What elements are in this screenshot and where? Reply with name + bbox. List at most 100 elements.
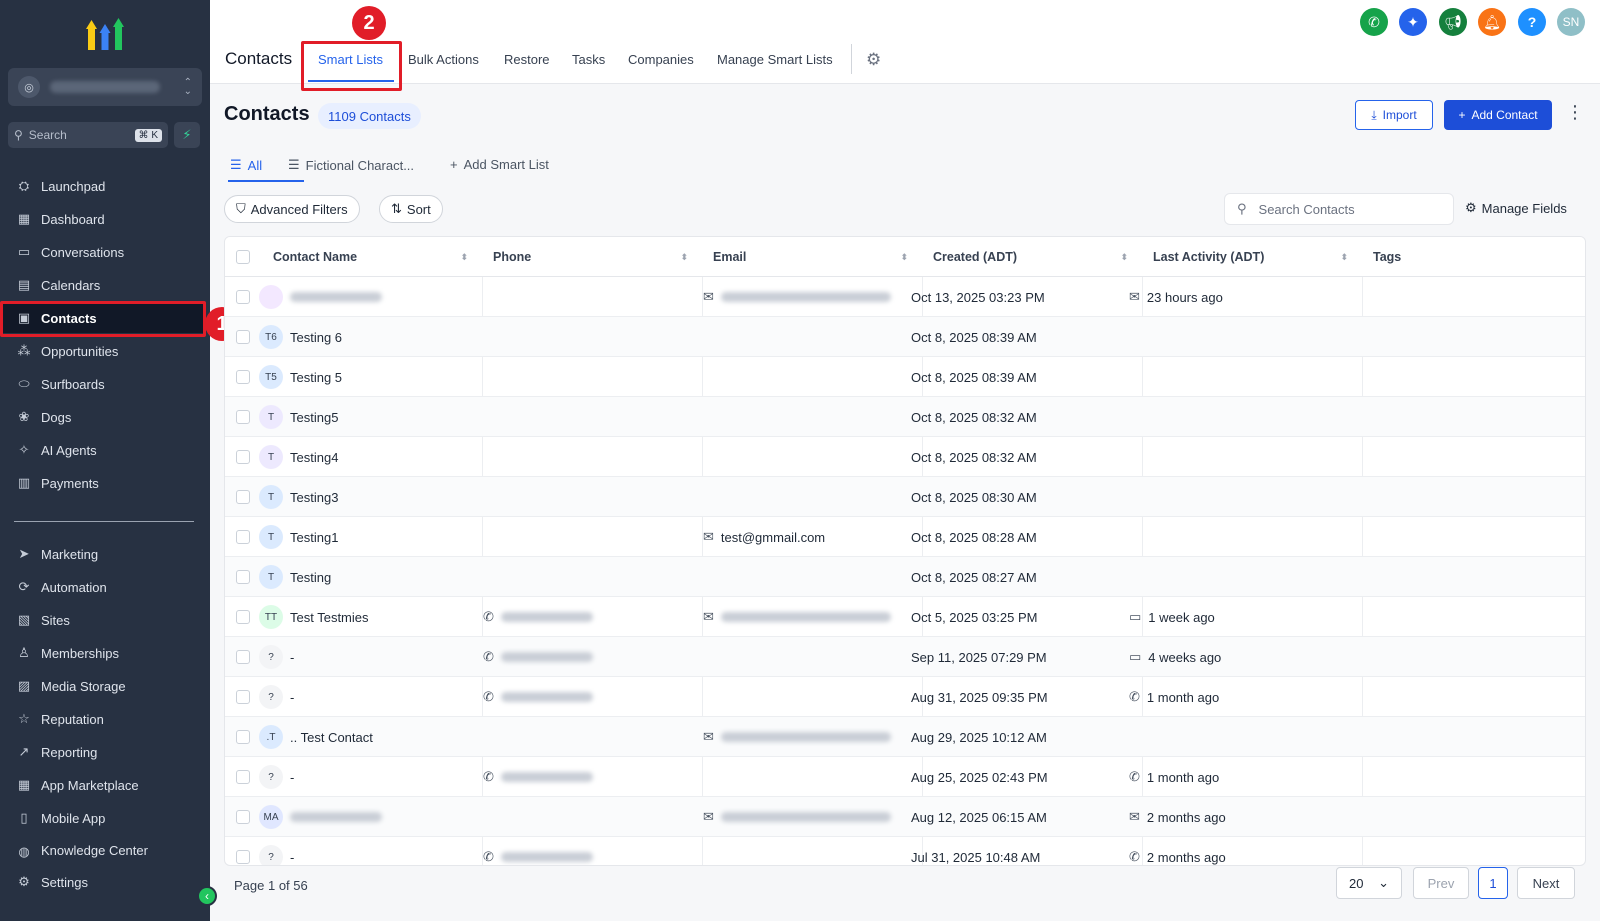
search-contacts-input[interactable]: ⚲ Search Contacts [1224, 193, 1454, 225]
sidebar-item-opportunities[interactable]: ⁂ Opportunities [0, 336, 205, 366]
advanced-filters-button[interactable]: ⛉ Advanced Filters [224, 195, 360, 223]
email-cell[interactable]: ✉ test@gmmail.com [703, 517, 825, 557]
add-smart-list-button[interactable]: + Add Smart List [450, 157, 549, 172]
table-row[interactable]: T5 Testing 5 Oct 8, 2025 08:39 AM [225, 357, 1585, 397]
contact-name-cell[interactable]: T Testing1 [259, 517, 479, 557]
row-checkbox[interactable] [236, 677, 250, 717]
contact-name-cell[interactable]: T Testing [259, 557, 479, 597]
row-checkbox[interactable] [236, 637, 250, 677]
row-checkbox[interactable] [236, 757, 250, 797]
column-header-email[interactable]: Email ⬍ [713, 237, 922, 277]
select-all-checkbox[interactable] [236, 237, 256, 277]
table-row[interactable]: ✉ Oct 13, 2025 03:23 PM ✉ 23 hours ago [225, 277, 1585, 317]
email-cell[interactable]: ✉ [703, 717, 891, 757]
email-cell[interactable]: ✉ [703, 797, 891, 837]
table-row[interactable]: TT Test Testmies ✆ ✉ Oct 5, 2025 03:25 PM ▭ 1 … [225, 597, 1585, 637]
app-logo-icon[interactable] [86, 16, 124, 52]
ai-sparkle-icon[interactable]: ✦ [1399, 8, 1427, 36]
sidebar-search[interactable]: ⚲ Search ⌘ K [8, 122, 168, 148]
sidebar-item-memberships[interactable]: ♙ Memberships [0, 638, 205, 668]
sidebar-item-dogs[interactable]: ❀ Dogs [0, 402, 205, 432]
contact-name-cell[interactable]: ? - [259, 757, 479, 797]
tab-tasks[interactable]: Tasks [572, 52, 605, 67]
sidebar-item-sites[interactable]: ▧ Sites [0, 605, 205, 635]
table-row[interactable]: T Testing Oct 8, 2025 08:27 AM [225, 557, 1585, 597]
collapse-sidebar-button[interactable]: ‹ [197, 886, 217, 906]
table-row[interactable]: T Testing1 ✉ test@gmmail.com Oct 8, 2025 08:… [225, 517, 1585, 557]
sidebar-item-mobile-app[interactable]: ▯ Mobile App [0, 803, 205, 833]
sidebar-item-reputation[interactable]: ☆ Reputation [0, 704, 205, 734]
sidebar-item-knowledge-center[interactable]: ◍ Knowledge Center [0, 836, 205, 858]
table-row[interactable]: ? - ✆ Aug 31, 2025 09:35 PM ✆ 1 month ago [225, 677, 1585, 717]
sidebar-item-marketing[interactable]: ➤ Marketing [0, 539, 205, 569]
more-options-icon[interactable]: ⋮ [1566, 102, 1584, 123]
contact-name-cell[interactable]: T Testing4 [259, 437, 479, 477]
sidebar-item-dashboard[interactable]: ▦ Dashboard [0, 204, 205, 234]
list-tab-all[interactable]: ☰ All [230, 157, 262, 173]
sidebar-item-app-marketplace[interactable]: ▦ App Marketplace [0, 770, 205, 800]
row-checkbox[interactable] [236, 597, 250, 637]
help-icon[interactable]: ? [1518, 8, 1546, 36]
megaphone-icon[interactable]: 📢︎ [1439, 8, 1467, 36]
tab-restore[interactable]: Restore [504, 52, 550, 67]
email-cell[interactable]: ✉ [703, 597, 891, 637]
contact-name-cell[interactable] [259, 277, 479, 317]
sidebar-item-surfboards[interactable]: ⬭ Surfboards [0, 369, 205, 399]
sort-icon[interactable]: ⬍ [1120, 252, 1128, 263]
table-row[interactable]: .T .. Test Contact ✉ Aug 29, 2025 10:12 AM [225, 717, 1585, 757]
column-header-last-activity[interactable]: Last Activity (ADT) ⬍ [1153, 237, 1362, 277]
contact-name-cell[interactable]: TT Test Testmies [259, 597, 479, 637]
contact-name-cell[interactable]: ? - [259, 837, 479, 865]
table-row[interactable]: T Testing3 Oct 8, 2025 08:30 AM [225, 477, 1585, 517]
quick-actions-bolt-icon[interactable]: ⚡ [174, 122, 200, 148]
sidebar-item-conversations[interactable]: ▭ Conversations [0, 237, 205, 267]
contact-name-cell[interactable]: T5 Testing 5 [259, 357, 479, 397]
row-checkbox[interactable] [236, 317, 250, 357]
phone-cell[interactable]: ✆ [483, 837, 593, 865]
row-checkbox[interactable] [236, 837, 250, 865]
row-checkbox[interactable] [236, 517, 250, 557]
tab-companies[interactable]: Companies [628, 52, 694, 67]
email-cell[interactable]: ✉ [703, 277, 891, 317]
phone-icon[interactable]: ✆ [1360, 8, 1388, 36]
table-row[interactable]: MA ✉ Aug 12, 2025 06:15 AM ✉ 2 months ago [225, 797, 1585, 837]
sort-icon[interactable]: ⬍ [900, 252, 908, 263]
sidebar-item-reporting[interactable]: ↗ Reporting [0, 737, 205, 767]
tab-manage-smart-lists[interactable]: Manage Smart Lists [717, 52, 833, 67]
list-tab-fictional-characters[interactable]: ☰ Fictional Charact... [288, 157, 414, 173]
import-button[interactable]: ⤓ Import [1355, 100, 1433, 130]
table-row[interactable]: T6 Testing 6 Oct 8, 2025 08:39 AM [225, 317, 1585, 357]
add-contact-button[interactable]: + Add Contact [1444, 100, 1552, 130]
manage-fields-button[interactable]: ⚙ Manage Fields [1465, 200, 1567, 216]
column-header-contact-name[interactable]: Contact Name ⬍ [273, 237, 482, 277]
row-checkbox[interactable] [236, 397, 250, 437]
table-row[interactable]: ? - ✆ Aug 25, 2025 02:43 PM ✆ 1 month ago [225, 757, 1585, 797]
phone-cell[interactable]: ✆ [483, 637, 593, 677]
contact-name-cell[interactable]: ? - [259, 677, 479, 717]
prev-page-button[interactable]: Prev [1413, 867, 1469, 899]
sidebar-item-calendars[interactable]: ▤ Calendars [0, 270, 205, 300]
sidebar-item-ai-agents[interactable]: ✧ AI Agents [0, 435, 205, 465]
contact-name-cell[interactable]: MA [259, 797, 479, 837]
contact-name-cell[interactable]: T6 Testing 6 [259, 317, 479, 357]
sidebar-item-payments[interactable]: ▥ Payments [0, 468, 205, 498]
tab-bulk-actions[interactable]: Bulk Actions [408, 52, 479, 67]
table-row[interactable]: T Testing5 Oct 8, 2025 08:32 AM [225, 397, 1585, 437]
page-size-select[interactable]: 20 ⌄ [1336, 867, 1402, 899]
sort-icon[interactable]: ⬍ [1340, 252, 1348, 263]
row-checkbox[interactable] [236, 797, 250, 837]
column-header-tags[interactable]: Tags [1373, 237, 1573, 277]
sidebar-item-media-storage[interactable]: ▨ Media Storage [0, 671, 205, 701]
sidebar-item-settings[interactable]: ⚙ Settings [0, 867, 205, 897]
row-checkbox[interactable] [236, 717, 250, 757]
settings-gear-icon[interactable]: ⚙ [866, 50, 881, 70]
table-row[interactable]: ? - ✆ Sep 11, 2025 07:29 PM ▭ 4 weeks ago [225, 637, 1585, 677]
phone-cell[interactable]: ✆ [483, 757, 593, 797]
account-switcher[interactable]: ◎ ⌃ ⌄ [8, 68, 202, 106]
next-page-button[interactable]: Next [1517, 867, 1575, 899]
contact-name-cell[interactable]: ? - [259, 637, 479, 677]
row-checkbox[interactable] [236, 437, 250, 477]
sidebar-item-launchpad[interactable]: ⛭ Launchpad [0, 171, 205, 201]
row-checkbox[interactable] [236, 557, 250, 597]
contact-name-cell[interactable]: T Testing5 [259, 397, 479, 437]
